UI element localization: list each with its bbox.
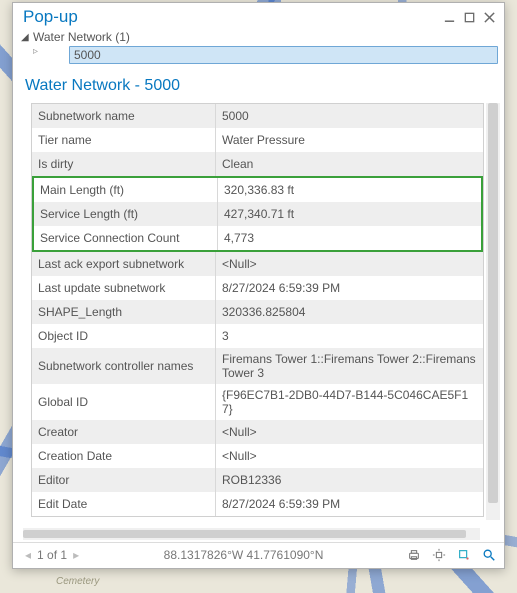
table-row[interactable]: Service Length (ft)427,340.71 ft <box>34 202 481 226</box>
table-row[interactable]: Service Connection Count4,773 <box>34 226 481 250</box>
attr-value: 3 <box>216 324 483 348</box>
table-row[interactable]: Creation Date<Null> <box>32 444 483 468</box>
feature-title-area: Water Network - 5000 <box>13 67 504 103</box>
attr-key: Last ack export subnetwork <box>32 252 216 276</box>
popup-title: Pop-up <box>23 7 438 27</box>
status-toolbar <box>406 547 496 562</box>
tree-selected-label: 5000 <box>74 48 101 62</box>
attr-value: {F96EC7B1-2DB0-44D7-B144-5C046CAE5F17} <box>216 384 483 420</box>
attribute-table-viewport: Subnetwork name5000Tier nameWater Pressu… <box>13 103 504 528</box>
popup-panel: Pop-up ◢ Water Network (1) ▹ 5000 Water … <box>12 2 505 569</box>
attr-value: ROB12336 <box>216 468 483 492</box>
popup-titlebar[interactable]: Pop-up <box>13 3 504 29</box>
vertical-scrollbar[interactable] <box>486 103 500 520</box>
table-row[interactable]: Is dirtyClean <box>32 152 483 176</box>
attr-key: Global ID <box>32 384 216 420</box>
highlighted-attributes: Main Length (ft)320,336.83 ftService Len… <box>32 176 483 252</box>
table-row[interactable]: Creator<Null> <box>32 420 483 444</box>
attr-value: <Null> <box>216 444 483 468</box>
minimize-button[interactable] <box>440 8 458 26</box>
attr-key: Last update subnetwork <box>32 276 216 300</box>
table-row[interactable]: Tier nameWater Pressure <box>32 128 483 152</box>
attr-value: Water Pressure <box>216 128 483 152</box>
attr-value: Firemans Tower 1::Firemans Tower 2::Fire… <box>216 348 483 384</box>
close-button[interactable] <box>480 8 498 26</box>
attr-value: 4,773 <box>218 226 481 250</box>
table-row[interactable]: Object ID3 <box>32 324 483 348</box>
table-row[interactable]: Subnetwork name5000 <box>32 104 483 128</box>
attr-key: Service Length (ft) <box>34 202 218 226</box>
maximize-button[interactable] <box>460 8 478 26</box>
attr-key: Creation Date <box>32 444 216 468</box>
attr-key: Editor <box>32 468 216 492</box>
attr-key: Subnetwork controller names <box>32 348 216 384</box>
attr-key: Object ID <box>32 324 216 348</box>
attr-key: Service Connection Count <box>34 226 218 250</box>
table-row[interactable]: Edit Date8/27/2024 6:59:39 PM <box>32 492 483 516</box>
attr-key: Tier name <box>32 128 216 152</box>
attr-value: Clean <box>216 152 483 176</box>
flash-icon[interactable] <box>431 547 446 562</box>
attr-value: <Null> <box>216 252 483 276</box>
table-row[interactable]: EditorROB12336 <box>32 468 483 492</box>
pager-text: 1 of 1 <box>35 548 69 562</box>
expand-arrow-icon[interactable]: ◢ <box>21 32 31 43</box>
zoom-icon[interactable] <box>481 547 496 562</box>
attr-value: 5000 <box>216 104 483 128</box>
attr-key: Edit Date <box>32 492 216 516</box>
attr-key: Subnetwork name <box>32 104 216 128</box>
select-icon[interactable] <box>456 547 471 562</box>
attr-key: Creator <box>32 420 216 444</box>
attr-value: 427,340.71 ft <box>218 202 481 226</box>
attr-key: Is dirty <box>32 152 216 176</box>
attr-key: Main Length (ft) <box>34 178 218 202</box>
feature-title: Water Network - 5000 <box>25 77 494 95</box>
pager: ◂ 1 of 1 ▸ <box>23 548 81 562</box>
tree-child-row[interactable]: ▹ 5000 <box>19 45 498 65</box>
attr-value: 320336.825804 <box>216 300 483 324</box>
table-row[interactable]: Main Length (ft)320,336.83 ft <box>34 178 481 202</box>
coordinates-display: 88.1317826°W 41.7761090°N <box>87 548 400 562</box>
horizontal-scrollbar[interactable] <box>23 528 480 540</box>
table-row[interactable]: Last ack export subnetwork<Null> <box>32 252 483 276</box>
table-row[interactable]: Subnetwork controller namesFiremans Towe… <box>32 348 483 384</box>
pager-next-button[interactable]: ▸ <box>71 548 81 562</box>
pager-prev-button[interactable]: ◂ <box>23 548 33 562</box>
statusbar: ◂ 1 of 1 ▸ 88.1317826°W 41.7761090°N <box>13 542 504 568</box>
feature-tree: ◢ Water Network (1) ▹ 5000 <box>13 29 504 67</box>
attr-value: 8/27/2024 6:59:39 PM <box>216 276 483 300</box>
horizontal-scrollbar-thumb[interactable] <box>23 530 466 538</box>
table-row[interactable]: Global ID{F96EC7B1-2DB0-44D7-B144-5C046C… <box>32 384 483 420</box>
table-row[interactable]: SHAPE_Length320336.825804 <box>32 300 483 324</box>
attribute-table: Subnetwork name5000Tier nameWater Pressu… <box>31 103 484 517</box>
tree-root-row[interactable]: ◢ Water Network (1) <box>19 29 498 45</box>
tree-selected-item[interactable]: 5000 <box>69 46 498 64</box>
tree-root-label: Water Network (1) <box>33 30 130 44</box>
attr-value: 320,336.83 ft <box>218 178 481 202</box>
collapse-arrow-icon[interactable]: ▹ <box>33 46 43 64</box>
print-icon[interactable] <box>406 547 421 562</box>
attr-key: SHAPE_Length <box>32 300 216 324</box>
attr-value: <Null> <box>216 420 483 444</box>
vertical-scrollbar-thumb[interactable] <box>488 103 498 503</box>
table-row[interactable]: Last update subnetwork8/27/2024 6:59:39 … <box>32 276 483 300</box>
attr-value: 8/27/2024 6:59:39 PM <box>216 492 483 516</box>
